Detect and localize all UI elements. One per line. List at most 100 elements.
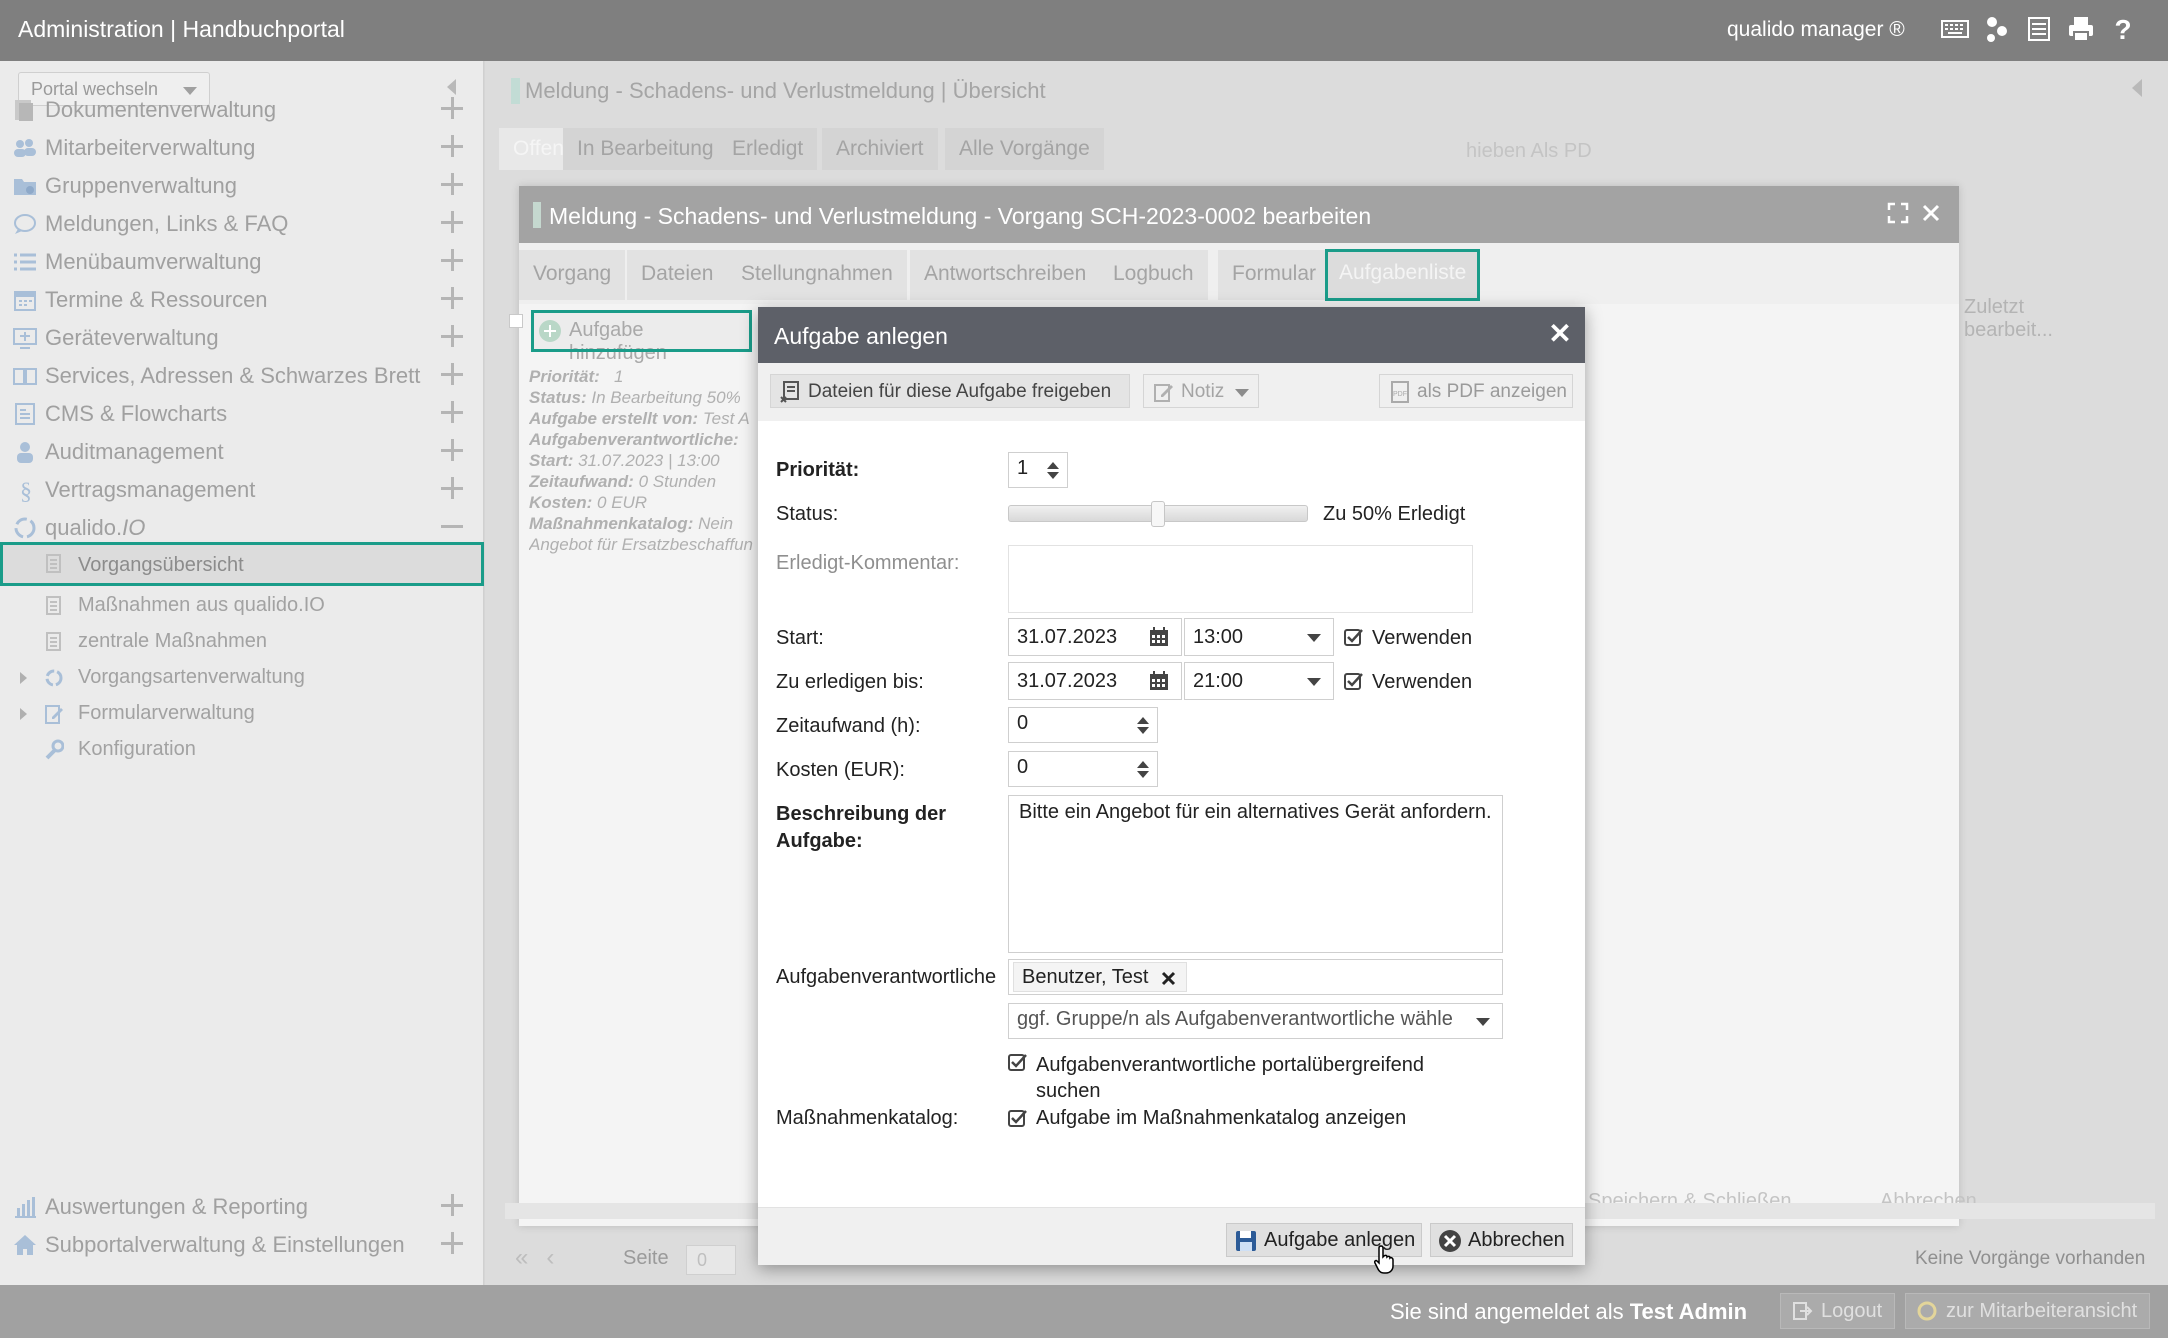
sidebar-item-label: Subportalverwaltung & Einstellungen (45, 1232, 405, 1257)
keyboard-icon[interactable] (1940, 14, 1970, 44)
collapse-right-icon[interactable] (2132, 79, 2142, 97)
group-select[interactable]: ggf. Gruppe/n als Aufgabenverantwortlich… (1008, 1003, 1503, 1039)
plus-icon[interactable] (441, 477, 463, 499)
minus-icon[interactable] (441, 525, 463, 528)
logout-button[interactable]: Logout (1780, 1293, 1896, 1329)
sidebar-subitem-zentrale-massnahmen[interactable]: zentrale Maßnahmen (0, 624, 484, 660)
due-use-label: Verwenden (1372, 671, 1473, 693)
add-task-button[interactable]: Aufgabe hinzufügen (531, 310, 752, 364)
comment-textarea[interactable] (1008, 545, 1473, 613)
sidebar-subitem-label: Vorgangsübersicht (78, 554, 244, 576)
status-slider-handle[interactable] (1151, 501, 1165, 527)
column-header-zuletzt[interactable]: Zuletzt bearbeit... (1964, 296, 2053, 342)
sidebar-subitem-formulare[interactable]: Formularverwaltung (0, 696, 484, 732)
responsible-input[interactable]: Benutzer, Test (1008, 959, 1503, 995)
sidebar-subitem-vorgangsuebersicht[interactable]: Vorgangsübersicht (0, 542, 484, 586)
tab-archiviert[interactable]: Archiviert (822, 128, 938, 170)
sidebar-subitem-vorgangsarten[interactable]: Vorgangsartenverwaltung (0, 660, 484, 696)
spinner-arrows-icon[interactable] (1137, 717, 1149, 735)
plus-icon[interactable] (441, 401, 463, 423)
sidebar-subitem-konfiguration[interactable]: Konfiguration (0, 732, 484, 768)
notiz-dropdown[interactable]: Notiz (1143, 374, 1259, 408)
print-icon[interactable] (2066, 14, 2096, 44)
cost-stepper[interactable]: 0 (1008, 751, 1158, 787)
cancel-button[interactable]: Abbrechen (1430, 1223, 1573, 1257)
remove-icon[interactable] (1161, 971, 1176, 986)
spinner-arrows-icon[interactable] (1137, 761, 1149, 779)
plus-icon[interactable] (441, 363, 463, 385)
expand-arrow-icon[interactable] (20, 708, 27, 720)
prio-value: 1 (1017, 457, 1029, 479)
sidebar-subitem-label: Formularverwaltung (78, 702, 255, 724)
prio-stepper[interactable]: 1 (1008, 452, 1068, 488)
calendar-icon[interactable] (1149, 627, 1169, 647)
dialog-header: Aufgabe anlegen (758, 307, 1585, 363)
spinner-arrows-icon[interactable] (1047, 462, 1059, 480)
plus-icon[interactable] (441, 97, 463, 119)
sidebar-item-subportal[interactable]: Subportalverwaltung & Einstellungen (0, 1219, 484, 1271)
svg-text:§: § (20, 479, 32, 502)
due-date-input[interactable]: 31.07.2023 (1008, 662, 1182, 700)
help-icon[interactable]: ? (2108, 14, 2138, 44)
sidebar-item-label: Termine & Ressourcen (45, 287, 268, 312)
hierarchy-icon[interactable] (1982, 14, 2012, 44)
cross-portal-checkbox[interactable] (1008, 1052, 1028, 1072)
page-number-input[interactable]: 0 (686, 1245, 736, 1275)
plus-icon[interactable] (441, 1194, 463, 1216)
tab-logbuch[interactable]: Logbuch (1099, 250, 1208, 300)
note-edit-icon (1154, 384, 1173, 402)
plus-icon[interactable] (441, 135, 463, 157)
plus-icon[interactable] (441, 173, 463, 195)
catalog-checkbox[interactable] (1008, 1108, 1028, 1128)
pdf-view-button[interactable]: PDF als PDF anzeigen (1379, 374, 1573, 408)
document-icon (46, 596, 61, 615)
plus-icon[interactable] (441, 325, 463, 347)
save-icon (1236, 1231, 1256, 1251)
tab-formular[interactable]: Formular (1218, 250, 1331, 300)
plus-icon[interactable] (441, 287, 463, 309)
start-time-select[interactable]: 13:00 (1184, 618, 1334, 656)
calendar-icon[interactable] (1149, 671, 1169, 691)
start-use-checkbox[interactable] (1344, 627, 1364, 647)
plus-icon[interactable] (441, 439, 463, 461)
documents-icon (46, 554, 61, 573)
plus-icon[interactable] (441, 249, 463, 271)
tab-antwortschreiben[interactable]: Antwortschreiben (910, 250, 1101, 300)
close-icon[interactable]: ✕ (1547, 320, 1573, 348)
due-use-checkbox[interactable] (1344, 671, 1364, 691)
maximize-icon[interactable] (1887, 202, 1909, 224)
page-title: Meldung - Schadens- und Verlustmeldung |… (525, 78, 1046, 103)
plus-icon[interactable] (441, 1232, 463, 1254)
aufgabe-anlegen-dialog: Aufgabe anlegen ✕ Dateien für diese Aufg… (758, 307, 1585, 1265)
due-label: Zu erledigen bis: (776, 671, 924, 693)
effort-stepper[interactable]: 0 (1008, 707, 1158, 743)
cross-portal-label: Aufgabenverantwortliche portalübergreife… (1036, 1054, 1425, 1102)
empty-status: Keine Vorgänge vorhanden (1915, 1248, 2146, 1269)
tab-dateien[interactable]: Dateien (627, 250, 728, 300)
document-icon (46, 632, 61, 651)
select-checkbox[interactable] (509, 314, 523, 328)
tab-alle-vorgaenge[interactable]: Alle Vorgänge (945, 128, 1104, 170)
due-time-select[interactable]: 21:00 (1184, 662, 1334, 700)
sidebar-subitem-massnahmen-io[interactable]: Maßnahmen aus qualido.IO (0, 588, 484, 624)
tab-vorgang[interactable]: Vorgang (519, 250, 626, 300)
start-date-input[interactable]: 31.07.2023 (1008, 618, 1182, 656)
description-textarea[interactable]: Bitte ein Angebot für ein alternatives G… (1008, 795, 1503, 953)
sidebar-subitem-label: Konfiguration (78, 738, 196, 760)
expand-arrow-icon[interactable] (20, 672, 27, 684)
tab-in-bearbeitung[interactable]: In Bearbeitung (563, 128, 728, 170)
tab-aufgabenliste[interactable]: Aufgabenliste (1325, 249, 1481, 301)
share-files-button[interactable]: Dateien für diese Aufgabe freigeben (770, 374, 1130, 408)
document-stack-icon[interactable] (2024, 14, 2054, 44)
close-icon[interactable] (1921, 203, 1941, 223)
group-select-placeholder: ggf. Gruppe/n als Aufgabenverantwortlich… (1017, 1008, 1453, 1030)
plus-icon[interactable] (441, 211, 463, 233)
effort-value: 0 (1017, 712, 1029, 734)
responsible-label: Aufgabenverantwortliche (776, 966, 997, 988)
vorgang-dialog-header: Meldung - Schadens- und Verlustmeldung -… (519, 186, 1959, 243)
start-label: Start: (776, 627, 824, 649)
pager-nav-icon[interactable]: «‹ (515, 1244, 572, 1272)
tab-stellungnahmen[interactable]: Stellungnahmen (727, 250, 907, 300)
tab-erledigt[interactable]: Erledigt (718, 128, 818, 170)
staff-view-button[interactable]: zur Mitarbeiteransicht (1905, 1293, 2151, 1329)
